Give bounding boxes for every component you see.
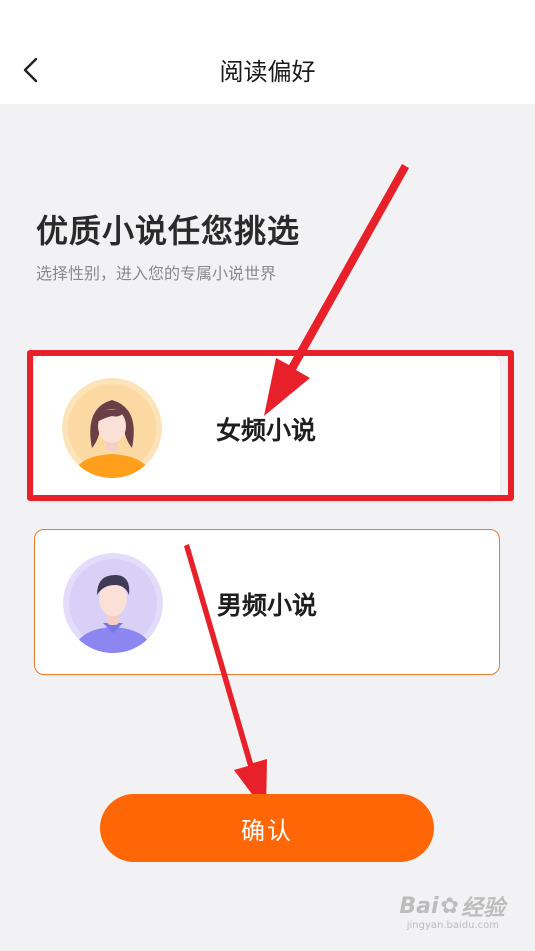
- watermark-text-2: 经验: [460, 896, 505, 921]
- paw-icon: ✿: [440, 893, 459, 919]
- top-bar: 阅读偏好: [0, 0, 535, 104]
- male-novel-label: 男频小说: [217, 591, 318, 620]
- watermark-url: jingyan.baidu.com: [406, 920, 499, 931]
- female-novel-option[interactable]: 女频小说: [34, 355, 500, 501]
- watermark-text: Bai: [399, 893, 439, 919]
- male-avatar-icon: [63, 553, 163, 653]
- page-title: 阅读偏好: [219, 58, 316, 86]
- confirm-button[interactable]: 确认: [100, 794, 434, 862]
- baidu-watermark: Bai ✿ 经验: [399, 890, 505, 922]
- male-novel-option[interactable]: 男频小说: [34, 529, 500, 675]
- female-avatar-icon: [62, 378, 162, 478]
- intro-subtitle: 选择性别，进入您的专属小说世界: [36, 264, 277, 283]
- intro-headline: 优质小说任您挑选: [36, 212, 301, 250]
- female-novel-label: 女频小说: [216, 416, 317, 445]
